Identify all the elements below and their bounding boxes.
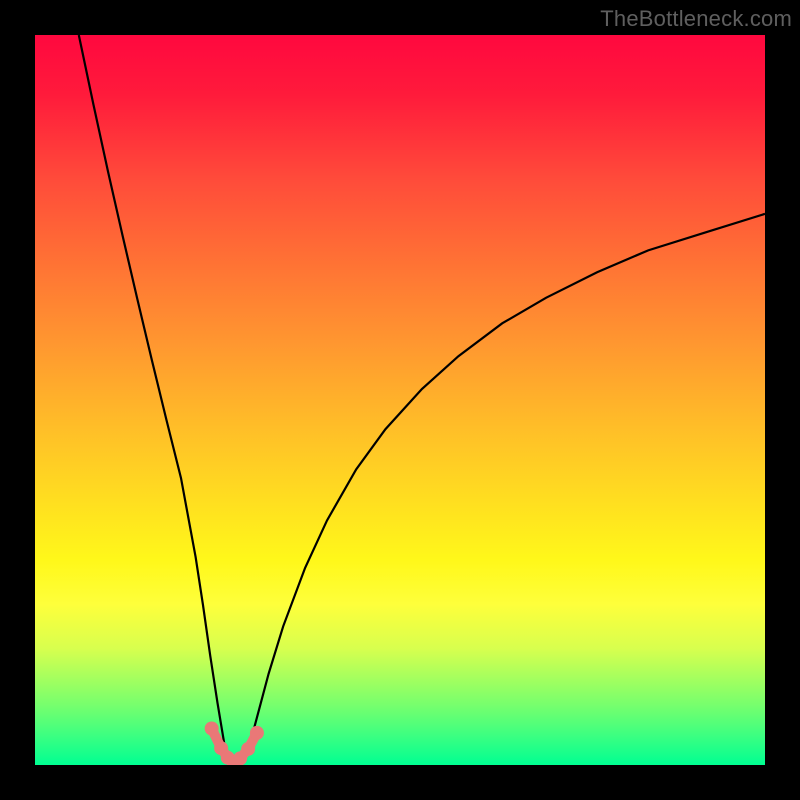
marker-dot — [205, 722, 219, 736]
watermark-text: TheBottleneck.com — [600, 6, 792, 32]
bottleneck-curve — [79, 35, 765, 764]
curve-svg-layer — [35, 35, 765, 765]
chart-stage: { "watermark": "TheBottleneck.com", "col… — [0, 0, 800, 800]
marker-group — [205, 722, 264, 766]
marker-dot — [250, 726, 264, 740]
marker-dot — [241, 742, 255, 756]
